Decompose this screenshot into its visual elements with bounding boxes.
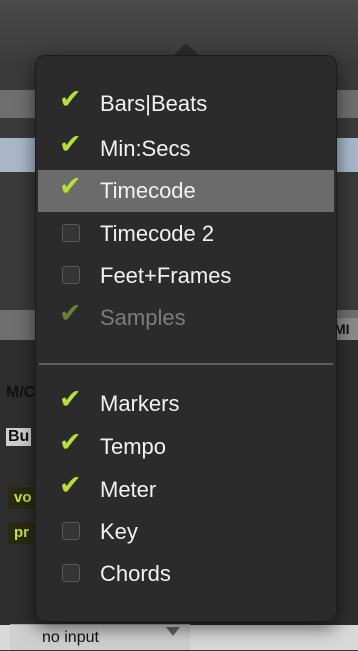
menu-item-label: Timecode 2: [100, 221, 215, 246]
bg-left-fragment: M/C: [6, 384, 36, 401]
menu-item-timecode-2[interactable]: Timecode 2: [38, 213, 334, 255]
checkbox-empty[interactable]: [62, 522, 80, 540]
check-icon: ✔: [59, 470, 82, 501]
menu-item-label: Chords: [100, 561, 171, 586]
menu-item-label: Samples: [100, 305, 186, 330]
menu-separator: [39, 363, 333, 365]
check-icon: ✔: [59, 298, 82, 329]
menu-item-timecode[interactable]: ✔ Timecode: [38, 170, 334, 212]
menu-item-label: Key: [100, 519, 138, 544]
checkbox-empty[interactable]: [62, 224, 80, 242]
menu-item-feet-frames[interactable]: Feet+Frames: [38, 255, 334, 297]
input-selector-value: no input: [42, 629, 99, 646]
menu-item-label: Bars|Beats: [100, 91, 208, 116]
menu-item-key[interactable]: Key: [38, 511, 334, 553]
bg-green-label: vo: [8, 487, 34, 509]
menu-item-label: Meter: [100, 477, 157, 502]
menu-item-meter[interactable]: ✔ Meter: [38, 469, 334, 511]
check-icon: ✔: [59, 427, 82, 458]
checkbox-empty[interactable]: [62, 564, 80, 582]
menu-item-min-secs[interactable]: ✔ Min:Secs: [38, 128, 334, 170]
check-icon: ✔: [59, 84, 82, 115]
input-selector[interactable]: no input: [10, 624, 190, 650]
menu-item-label: Min:Secs: [100, 136, 191, 161]
menu-item-label: Markers: [100, 391, 180, 416]
menu-item-label: Timecode: [100, 178, 196, 203]
menu-item-bars-beats[interactable]: ✔ Bars|Beats: [38, 83, 334, 125]
check-icon: ✔: [59, 129, 82, 160]
menu-item-chords[interactable]: Chords: [38, 553, 334, 595]
bg-button-fragment: Bu: [6, 428, 32, 446]
menu-item-label: Tempo: [100, 434, 167, 459]
checkbox-empty[interactable]: [62, 266, 80, 284]
triangle-down-icon: [166, 627, 180, 636]
check-icon: ✔: [59, 384, 82, 415]
bg-right-fragment: MI: [334, 318, 358, 340]
check-icon: ✔: [59, 171, 82, 202]
menu-item-samples: ✔ Samples: [38, 297, 334, 339]
menu-item-label: Feet+Frames: [100, 263, 232, 288]
menu-item-markers[interactable]: ✔ Markers: [38, 383, 334, 425]
ruler-popup-menu: ✔ Bars|Beats ✔ Min:Secs ✔ Timecode Timecode 2 F…: [35, 55, 337, 622]
menu-item-tempo[interactable]: ✔ Tempo: [38, 426, 334, 468]
bg-green-label: pr: [8, 522, 34, 544]
